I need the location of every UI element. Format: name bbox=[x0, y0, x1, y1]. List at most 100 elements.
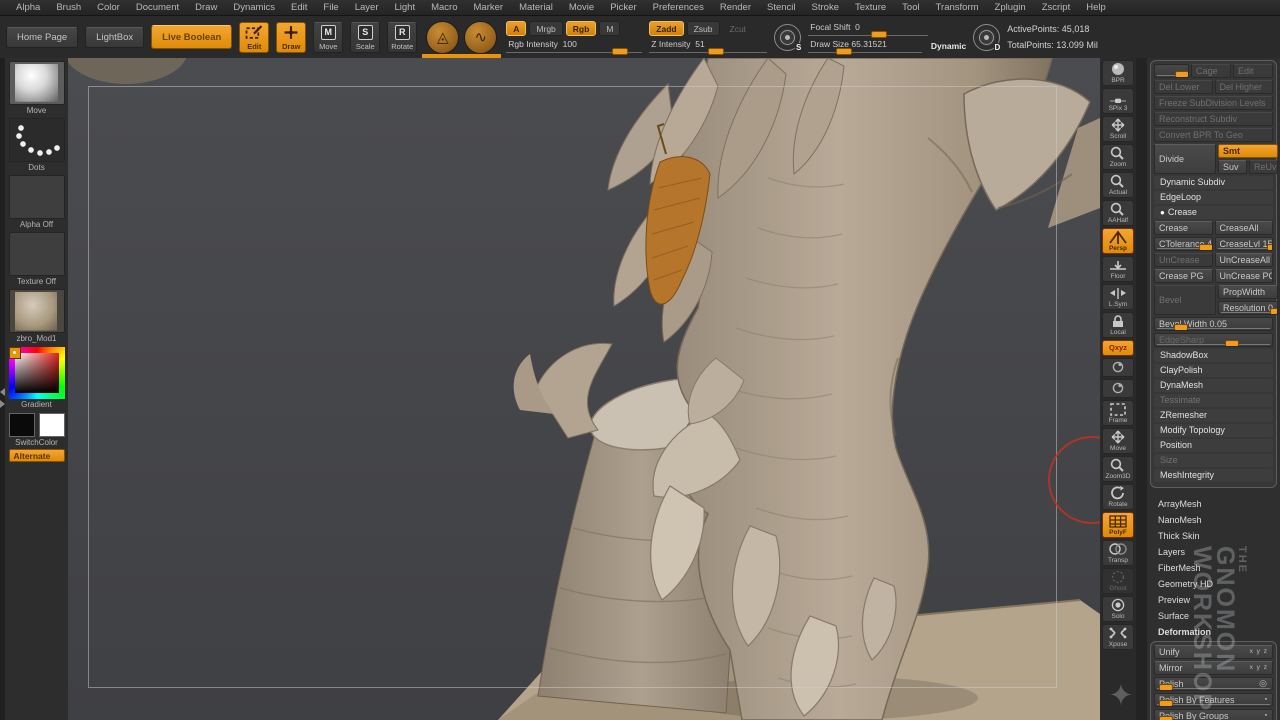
section-edgeloop[interactable]: EdgeLoop bbox=[1154, 191, 1273, 204]
slider-creaselvl[interactable]: CreaseLvl 15 bbox=[1215, 237, 1274, 251]
button-convert-bpr-to-geo[interactable]: Convert BPR To Geo bbox=[1154, 128, 1273, 142]
viewport[interactable] bbox=[68, 58, 1100, 720]
slider-polish[interactable]: Polish◎ bbox=[1154, 677, 1273, 691]
shelf-solo[interactable]: Solo bbox=[1102, 596, 1134, 622]
slider-handle[interactable] bbox=[1225, 340, 1239, 347]
draw-button[interactable]: Draw bbox=[276, 22, 306, 53]
tray-brush-move[interactable]: Move bbox=[9, 61, 65, 115]
menu-light[interactable]: Light bbox=[386, 2, 423, 13]
button-suv[interactable]: Suv bbox=[1218, 160, 1247, 174]
section-modify-topology[interactable]: Modify Topology bbox=[1154, 424, 1273, 437]
edit-button[interactable]: Edit bbox=[239, 22, 269, 53]
slider-ctolerance[interactable]: CTolerance 45 bbox=[1154, 237, 1213, 251]
alpha-picker[interactable]: D bbox=[973, 24, 1000, 51]
shelf-zoom[interactable]: Zoom bbox=[1102, 144, 1134, 170]
palette-deformation[interactable]: Deformation bbox=[1150, 624, 1277, 640]
menu-alpha[interactable]: Alpha bbox=[8, 2, 48, 13]
tray-material-zbro[interactable]: zbro_Mod1 bbox=[9, 289, 65, 343]
main-color-swatch[interactable] bbox=[9, 413, 35, 437]
shelf-floor[interactable]: Floor bbox=[1102, 256, 1134, 282]
button-divide[interactable]: Divide bbox=[1154, 144, 1216, 174]
menu-dynamics[interactable]: Dynamics bbox=[225, 2, 283, 13]
menu-picker[interactable]: Picker bbox=[602, 2, 644, 13]
section-dynamic-subdiv[interactable]: Dynamic Subdiv bbox=[1154, 176, 1273, 189]
mode-rgb[interactable]: Rgb bbox=[566, 21, 597, 36]
shelf-qxyz[interactable]: Qxyz bbox=[1102, 340, 1134, 356]
dynamic-mode-label[interactable]: Dynamic bbox=[931, 41, 966, 51]
menu-render[interactable]: Render bbox=[712, 2, 759, 13]
slider-polish-by-features[interactable]: Polish By Features▪ bbox=[1154, 693, 1273, 707]
shelf-transp[interactable]: Transp bbox=[1102, 540, 1134, 566]
button-edit[interactable]: Edit bbox=[1233, 64, 1273, 78]
slider-handle[interactable] bbox=[1199, 244, 1212, 251]
button-del-higher[interactable]: Del Higher bbox=[1215, 80, 1274, 94]
mode-m[interactable]: M bbox=[599, 21, 620, 36]
menu-layer[interactable]: Layer bbox=[347, 2, 387, 13]
shelf-rotate[interactable]: Rotate bbox=[1102, 484, 1134, 510]
slider-handle[interactable] bbox=[1175, 71, 1189, 78]
section-position[interactable]: Position bbox=[1154, 439, 1273, 452]
marker-xyz[interactable]: x y z bbox=[1250, 647, 1268, 657]
shelf-frame[interactable]: Frame bbox=[1102, 400, 1134, 426]
section-tessimate[interactable]: Tessimate bbox=[1154, 394, 1273, 407]
menu-help[interactable]: Help bbox=[1078, 2, 1114, 13]
palette-surface[interactable]: Surface bbox=[1150, 608, 1277, 624]
slider-edgesharp[interactable]: EdgeSharp bbox=[1154, 333, 1273, 347]
menu-material[interactable]: Material bbox=[511, 2, 561, 13]
palette-arraymesh[interactable]: ArrayMesh bbox=[1150, 496, 1277, 512]
palette-thick-skin[interactable]: Thick Skin bbox=[1150, 528, 1277, 544]
shelf-xpose[interactable]: Xpose bbox=[1102, 624, 1134, 650]
button-cage[interactable]: Cage bbox=[1191, 64, 1231, 78]
button-crease[interactable]: Crease bbox=[1154, 221, 1213, 235]
menu-stencil[interactable]: Stencil bbox=[759, 2, 804, 13]
menu-transform[interactable]: Transform bbox=[928, 2, 987, 13]
button-smt[interactable]: Smt bbox=[1218, 144, 1278, 158]
button-uncrease[interactable]: UnCrease bbox=[1154, 253, 1213, 267]
tray-stroke-dots[interactable]: Dots bbox=[9, 118, 65, 172]
section-dynamesh[interactable]: DynaMesh bbox=[1154, 379, 1273, 392]
rgb-intensity-slider[interactable]: Rgb Intensity 100 bbox=[506, 39, 642, 53]
slider-handle[interactable] bbox=[1270, 308, 1278, 315]
section-crease[interactable]: ●Crease bbox=[1154, 206, 1273, 219]
mode-mrgb[interactable]: Mrgb bbox=[529, 21, 562, 36]
button-mirror[interactable]: Mirrorx y z bbox=[1154, 661, 1273, 675]
slider-handle[interactable] bbox=[1159, 700, 1173, 707]
switchcolor-label[interactable]: SwitchColor bbox=[5, 438, 68, 447]
shelf-lsym[interactable]: L.Sym bbox=[1102, 284, 1134, 310]
menu-stroke[interactable]: Stroke bbox=[804, 2, 847, 13]
shelf-persp[interactable]: Persp bbox=[1102, 228, 1134, 254]
panel-divider[interactable] bbox=[1136, 58, 1147, 720]
home-page-button[interactable]: Home Page bbox=[6, 27, 78, 48]
tray-alpha-off[interactable]: Alpha Off bbox=[9, 175, 65, 229]
zmode-zsub[interactable]: Zsub bbox=[687, 21, 720, 36]
button-reuv[interactable]: ReUv bbox=[1249, 160, 1278, 174]
button-unify[interactable]: Unifyx y z bbox=[1154, 645, 1273, 659]
move-button[interactable]: M Move bbox=[313, 22, 343, 53]
menu-zscript[interactable]: Zscript bbox=[1034, 2, 1079, 13]
section-meshintegrity[interactable]: MeshIntegrity bbox=[1154, 469, 1273, 482]
slider-polish-by-groups[interactable]: Polish By Groups▪ bbox=[1154, 709, 1273, 720]
shelf-ghost[interactable]: Ghost bbox=[1102, 568, 1134, 594]
button-propwidth[interactable]: PropWidth bbox=[1218, 285, 1278, 299]
slider-item[interactable] bbox=[1154, 64, 1189, 78]
button-creaseall[interactable]: CreaseAll bbox=[1215, 221, 1274, 235]
color-picker[interactable] bbox=[9, 347, 65, 399]
slider-handle[interactable] bbox=[1159, 684, 1173, 691]
shelf-move[interactable]: Move bbox=[1102, 428, 1134, 454]
menu-tool[interactable]: Tool bbox=[894, 2, 927, 13]
slider-handle[interactable] bbox=[1267, 244, 1273, 251]
stroke-picker[interactable]: S bbox=[774, 24, 801, 51]
shelf-spin-left[interactable] bbox=[1102, 358, 1134, 377]
secondary-color-swatch[interactable] bbox=[39, 413, 65, 437]
palette-fibermesh[interactable]: FiberMesh bbox=[1150, 560, 1277, 576]
draw-size-slider[interactable]: Draw Size 65.31521 bbox=[808, 39, 922, 53]
menu-brush[interactable]: Brush bbox=[48, 2, 89, 13]
saturation-value-box[interactable] bbox=[15, 353, 59, 393]
shelf-scroll[interactable]: Scroll bbox=[1102, 116, 1134, 142]
shelf-zoom3d[interactable]: Zoom3D bbox=[1102, 456, 1134, 482]
zmode-zcut[interactable]: Zcut bbox=[723, 21, 754, 36]
menu-texture[interactable]: Texture bbox=[847, 2, 894, 13]
rotate-button[interactable]: R Rotate bbox=[387, 22, 417, 53]
menu-draw[interactable]: Draw bbox=[187, 2, 225, 13]
palette-geometry-hd[interactable]: Geometry HD bbox=[1150, 576, 1277, 592]
